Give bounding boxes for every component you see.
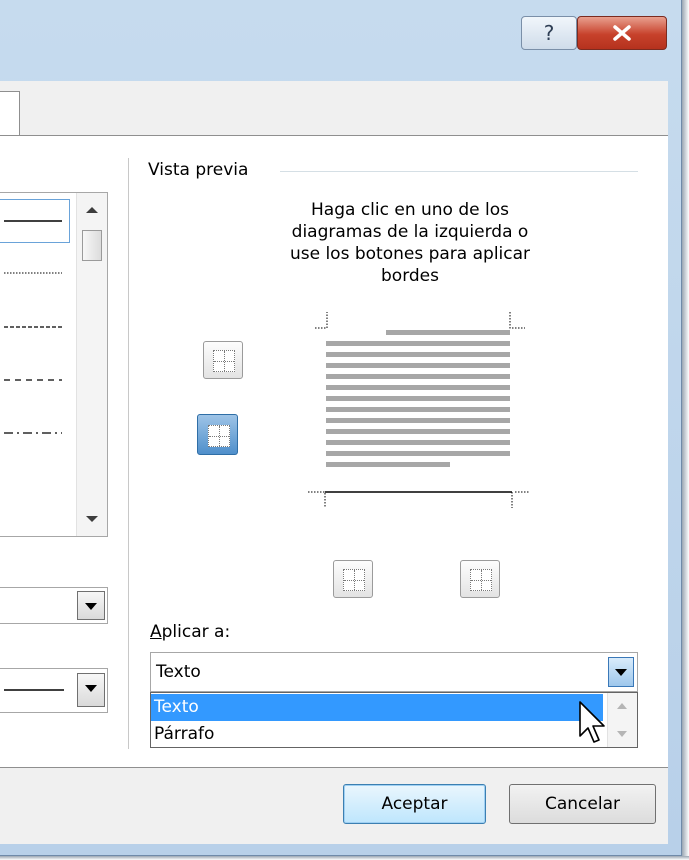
section-divider xyxy=(128,158,129,749)
width-dropdown-button[interactable] xyxy=(77,673,105,707)
apply-to-dropdown-button[interactable] xyxy=(608,657,634,687)
ok-button[interactable]: Aceptar xyxy=(343,784,486,824)
right-border-button[interactable] xyxy=(460,560,500,598)
left-border-icon xyxy=(343,569,365,591)
bottom-border-button[interactable] xyxy=(197,414,238,455)
dropdown-option-texto[interactable]: Texto xyxy=(151,694,603,721)
top-border-button[interactable] xyxy=(203,341,243,379)
bottom-border-icon xyxy=(208,425,230,447)
help-button[interactable]: ? xyxy=(521,16,577,50)
style-list-scrollbar[interactable] xyxy=(76,193,107,536)
window-shadow xyxy=(682,0,689,860)
left-border-button[interactable] xyxy=(333,560,373,598)
section-separator xyxy=(280,171,638,172)
apply-to-dropdown-list[interactable]: Texto Párrafo xyxy=(150,692,638,748)
close-button[interactable] xyxy=(577,16,667,50)
scroll-down-icon[interactable] xyxy=(617,731,627,737)
cancel-button[interactable]: Cancelar xyxy=(509,784,656,824)
top-border-icon xyxy=(213,350,235,372)
help-line: diagramas de la izquierda o xyxy=(291,222,529,242)
apply-to-label-accel: A xyxy=(150,622,162,642)
apply-to-label-text: plicar a: xyxy=(161,622,231,642)
window-shadow xyxy=(0,856,689,860)
width-combo[interactable] xyxy=(0,668,108,713)
preview-section-label: Vista previa xyxy=(148,160,255,180)
dropdown-scrollbar[interactable] xyxy=(607,693,637,747)
style-samples xyxy=(4,272,62,434)
scroll-up-icon[interactable] xyxy=(617,703,627,709)
scroll-down-icon[interactable] xyxy=(86,516,98,522)
apply-to-label: Aplicar a: xyxy=(150,622,230,642)
help-icon: ? xyxy=(543,21,555,45)
scroll-up-icon[interactable] xyxy=(86,207,98,213)
color-dropdown-button[interactable] xyxy=(77,591,105,620)
right-border-icon xyxy=(470,569,492,591)
tab-partial[interactable] xyxy=(0,91,20,135)
apply-to-value: Texto xyxy=(156,662,201,682)
scroll-thumb[interactable] xyxy=(82,230,102,261)
apply-to-combo[interactable]: Texto xyxy=(150,652,638,692)
help-line: Haga clic en uno de los xyxy=(311,200,509,220)
dropdown-option-parrafo[interactable]: Párrafo xyxy=(151,721,603,748)
help-line: bordes xyxy=(381,266,439,286)
border-style-list[interactable] xyxy=(0,192,108,537)
preview-sample-text xyxy=(326,330,510,473)
mouse-cursor-icon xyxy=(579,701,605,743)
preview-help-text: Haga clic en uno de los diagramas de la … xyxy=(225,199,595,287)
color-combo[interactable] xyxy=(0,587,108,624)
close-icon xyxy=(613,25,631,41)
help-line: use los botones para aplicar xyxy=(289,244,531,264)
